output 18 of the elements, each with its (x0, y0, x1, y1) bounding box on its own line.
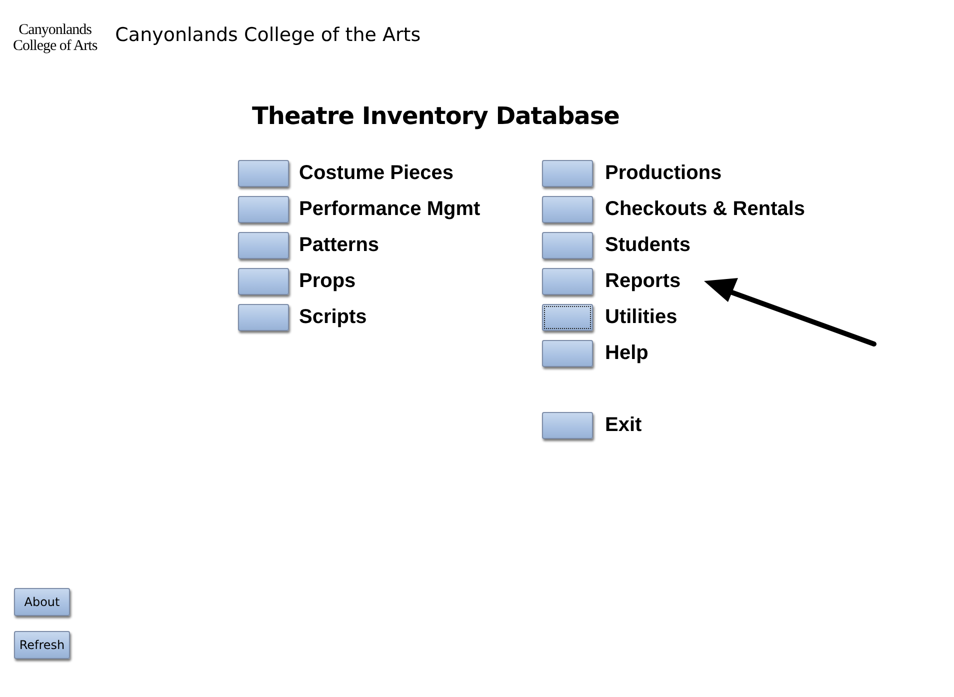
menu-label: Checkouts & Rentals (605, 198, 806, 220)
menu-label: Patterns (299, 234, 380, 256)
menu-button[interactable] (542, 304, 593, 330)
page-title: Theatre Inventory Database (252, 102, 620, 130)
menu-label: Utilities (605, 306, 678, 328)
menu-label: Reports (605, 270, 681, 292)
footer-button[interactable]: Refresh (14, 631, 70, 659)
menu-label: Costume Pieces (299, 162, 454, 184)
college-name: Canyonlands College of the Arts (115, 24, 421, 46)
logo: Canyonlands College of Arts (13, 22, 98, 54)
footer-button[interactable]: About (14, 588, 70, 616)
menu-label: Students (605, 234, 691, 256)
menu-label: Help (605, 342, 648, 364)
menu-label: Exit (605, 414, 642, 436)
menu-label: Props (299, 270, 356, 292)
menu-label: Scripts (299, 306, 367, 328)
menu-label: Productions (605, 162, 722, 184)
menu-label: Performance Mgmt (299, 198, 480, 220)
